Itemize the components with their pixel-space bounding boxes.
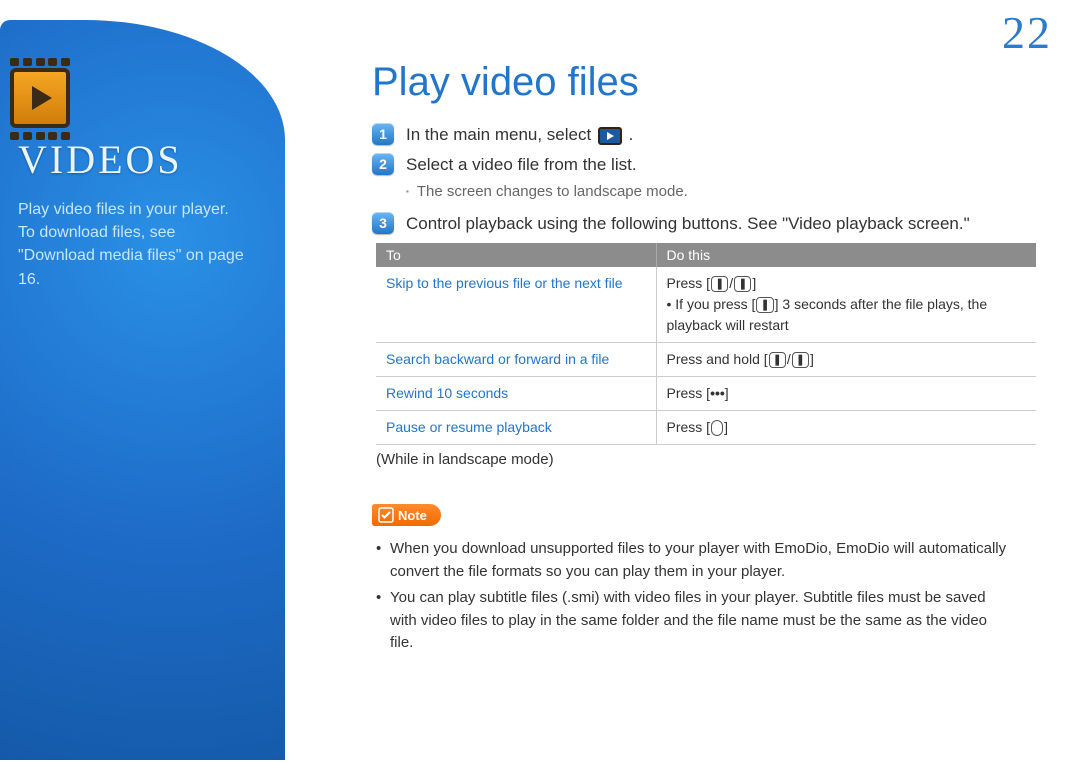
- note-item: When you download unsupported files to y…: [372, 538, 1012, 583]
- table-action: Search backward or forward in a file: [376, 343, 656, 377]
- table-header-do: Do this: [656, 243, 1036, 267]
- video-menu-icon: [598, 127, 622, 145]
- step-2-sub: The screen changes to landscape mode.: [406, 183, 1050, 200]
- table-row: Rewind 10 seconds Press [•••]: [376, 377, 1036, 411]
- table-action: Rewind 10 seconds: [376, 377, 656, 411]
- table-do: Press [ ]: [656, 411, 1036, 445]
- table-header-to: To: [376, 243, 656, 267]
- note-check-icon: [378, 507, 394, 523]
- table-do: Press and hold [❚/❚]: [656, 343, 1036, 377]
- sidebar-intro: Play video files in your player. To down…: [18, 198, 248, 291]
- table-do: Press [❚/❚] • If you press [❚] 3 seconds…: [656, 267, 1036, 343]
- note-list: When you download unsupported files to y…: [372, 538, 1012, 655]
- table-action: Skip to the previous file or the next fi…: [376, 267, 656, 343]
- sidebar: VIDEOS Play video files in your player. …: [0, 20, 285, 760]
- step-badge-2: 2: [372, 153, 394, 175]
- playback-controls-table: To Do this Skip to the previous file or …: [376, 243, 1036, 445]
- table-row: Search backward or forward in a file Pre…: [376, 343, 1036, 377]
- note-section: Note When you download unsupported files…: [372, 504, 1050, 655]
- table-action: Pause or resume playback: [376, 411, 656, 445]
- page-number: 22: [1002, 6, 1052, 59]
- table-do: Press [•••]: [656, 377, 1036, 411]
- step-2-text: Select a video file from the list.: [406, 153, 637, 177]
- step-badge-1: 1: [372, 123, 394, 145]
- table-row: Skip to the previous file or the next fi…: [376, 267, 1036, 343]
- main-content: Play video files 1 In the main menu, sel…: [372, 60, 1050, 659]
- step-3-text: Control playback using the following but…: [406, 212, 970, 236]
- film-sprocket-top: [10, 58, 70, 66]
- step-1: 1 In the main menu, select .: [372, 123, 1050, 147]
- step-1-text: In the main menu, select .: [406, 123, 633, 147]
- note-label: Note: [372, 504, 441, 526]
- sidebar-title: VIDEOS: [18, 136, 183, 183]
- table-row: Pause or resume playback Press [ ]: [376, 411, 1036, 445]
- sidebar-background: [0, 20, 285, 760]
- page-title: Play video files: [372, 60, 1050, 105]
- step-2: 2 Select a video file from the list.: [372, 153, 1050, 177]
- videos-icon: [10, 68, 70, 128]
- step-3: 3 Control playback using the following b…: [372, 212, 1050, 236]
- step-badge-3: 3: [372, 212, 394, 234]
- table-footnote: (While in landscape mode): [376, 451, 1050, 468]
- note-item: You can play subtitle files (.smi) with …: [372, 587, 1012, 655]
